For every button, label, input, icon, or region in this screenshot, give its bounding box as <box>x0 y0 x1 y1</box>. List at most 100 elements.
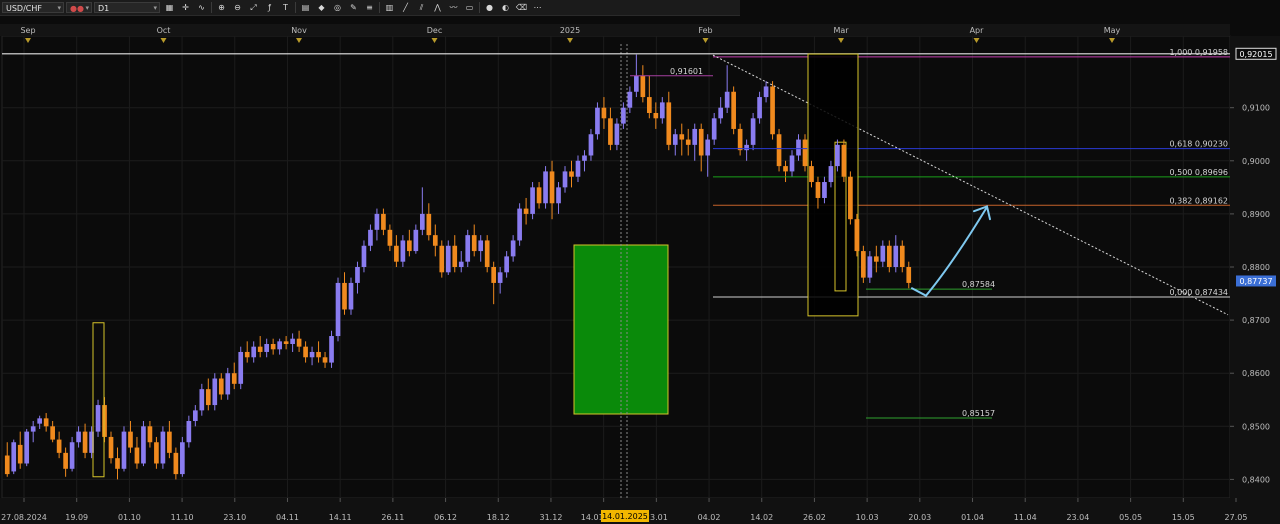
candle-body <box>419 213 425 230</box>
candle-body <box>439 245 445 273</box>
shape-icon[interactable]: ▭ <box>463 2 476 13</box>
timeframe-selector[interactable]: D1 ▾ <box>94 2 160 13</box>
color-icon[interactable]: ◆ <box>315 2 328 13</box>
candle-body <box>400 240 406 262</box>
support-level-label: 0,87584 <box>962 280 995 289</box>
month-label: Sep <box>20 26 35 35</box>
candle-body <box>886 245 892 267</box>
line-chart-icon[interactable]: ∿ <box>195 2 208 13</box>
candle-body <box>264 344 270 352</box>
price-tick-label: 0,8600 <box>1242 369 1270 378</box>
candle-body <box>582 155 587 161</box>
timeframe-label: D1 <box>98 4 110 13</box>
pattern-icon[interactable]: ⋀ <box>431 2 444 13</box>
candle-body <box>569 171 574 177</box>
candle-body <box>783 166 788 172</box>
candle-body <box>711 118 717 140</box>
candle-body <box>316 351 321 358</box>
chart-toolbar: USD/CHF ▾ ●● ▾ D1 ▾ ▦ ✛ ∿ ⊕ ⊖ ⤢ ƒ T ▤ ◆ ◎ ✎ ≡ ▥ ╱ ⫽ ⋀ 〰 ▭ ● ◐ ⌫ ⋯ <box>0 0 740 16</box>
fib-level-label: 1,000 0,91958 <box>1169 48 1228 57</box>
candle-body <box>413 229 419 252</box>
date-tick-label: 14.02 <box>750 513 773 522</box>
candle-body <box>30 426 36 432</box>
more-icon[interactable]: ⋯ <box>531 2 544 13</box>
candle-body <box>128 431 133 448</box>
wave-icon[interactable]: 〰 <box>447 2 460 13</box>
candle-body <box>251 346 257 358</box>
date-tick-label: 27.05 <box>1225 513 1248 522</box>
candle-body <box>601 107 607 119</box>
candle-body <box>770 86 775 135</box>
pencil-icon[interactable]: ✎ <box>347 2 360 13</box>
candle-body <box>290 338 295 344</box>
zoom-reset-icon[interactable]: ⤢ <box>247 2 260 13</box>
candle-body <box>880 245 886 262</box>
text-tool-icon[interactable]: T <box>279 2 292 13</box>
chevron-down-icon: ▾ <box>153 4 157 12</box>
table-icon[interactable]: ▥ <box>383 2 396 13</box>
candle-body <box>56 439 62 453</box>
template-icon[interactable]: ▤ <box>299 2 312 13</box>
chart-link-selector[interactable]: ●● ▾ <box>66 2 92 13</box>
zoom-out-icon[interactable]: ⊖ <box>231 2 244 13</box>
month-label: 2025 <box>560 26 580 35</box>
candle-body <box>76 431 81 443</box>
candle-body <box>17 444 23 464</box>
candle-body <box>154 442 159 464</box>
candle-body <box>218 378 224 395</box>
candle-body <box>815 182 821 198</box>
candle-body <box>186 421 192 443</box>
eraser-icon[interactable]: ⌫ <box>515 2 528 13</box>
candle-body <box>322 357 328 363</box>
candle-body <box>809 166 814 183</box>
symbol-selector[interactable]: USD/CHF ▾ <box>2 2 64 13</box>
candle-body <box>452 245 458 267</box>
cursor-date-label: 14.01.2025 <box>602 512 648 521</box>
price-chart[interactable]: 1,000 0,91958 0,618 0,90230 0,500 0,89696 0… <box>0 0 1280 524</box>
date-tick-label: 01.04 <box>961 513 984 522</box>
candle-body <box>368 229 373 246</box>
candle-body <box>394 245 399 262</box>
candle-body <box>491 267 497 283</box>
candle-body <box>718 107 724 119</box>
fib-level-label: 0,500 0,89696 <box>1169 168 1228 177</box>
candle-body <box>355 267 360 283</box>
date-tick-label: 06.12 <box>434 513 457 522</box>
globe-icon[interactable]: ◎ <box>331 2 344 13</box>
fibonacci-icon[interactable]: ≡ <box>363 2 376 13</box>
toolbar-separator <box>379 2 380 13</box>
candle-body <box>744 144 749 151</box>
sphere-icon[interactable]: ● <box>483 2 496 13</box>
candle-body <box>478 240 484 252</box>
candle-body <box>595 107 600 135</box>
crosshair-icon[interactable]: ✛ <box>179 2 192 13</box>
date-tick-label: 31.12 <box>540 513 563 522</box>
candle-body <box>608 118 613 145</box>
current-price-label: 0,87737 <box>1239 277 1272 286</box>
palette-icon[interactable]: ◐ <box>499 2 512 13</box>
price-tick-label: 0,8800 <box>1242 263 1270 272</box>
candle-body <box>257 346 263 352</box>
trendline-icon[interactable]: ╱ <box>399 2 412 13</box>
date-tick-label: 18.12 <box>487 513 510 522</box>
candle-body <box>296 338 302 347</box>
candle-body <box>543 171 548 204</box>
channel-icon[interactable]: ⫽ <box>415 2 428 13</box>
toolbar-separator <box>479 2 480 13</box>
candle-body <box>763 86 769 98</box>
candle-body <box>659 102 665 119</box>
zoom-in-icon[interactable]: ⊕ <box>215 2 228 13</box>
candle-body <box>244 351 250 358</box>
date-tick-label: 05.05 <box>1119 513 1142 522</box>
fib-level-label: 0,382 0,89162 <box>1169 196 1228 205</box>
candle-body <box>705 139 711 156</box>
candle-body <box>873 256 879 262</box>
indicator-icon[interactable]: ƒ <box>263 2 276 13</box>
candle-body <box>634 75 639 92</box>
candle-body <box>822 182 827 198</box>
candle-body <box>796 139 801 156</box>
candle-body <box>11 442 17 472</box>
chart-type-icon[interactable]: ▦ <box>163 2 176 13</box>
chevron-down-icon: ▾ <box>85 4 89 12</box>
candle-body <box>82 431 88 453</box>
